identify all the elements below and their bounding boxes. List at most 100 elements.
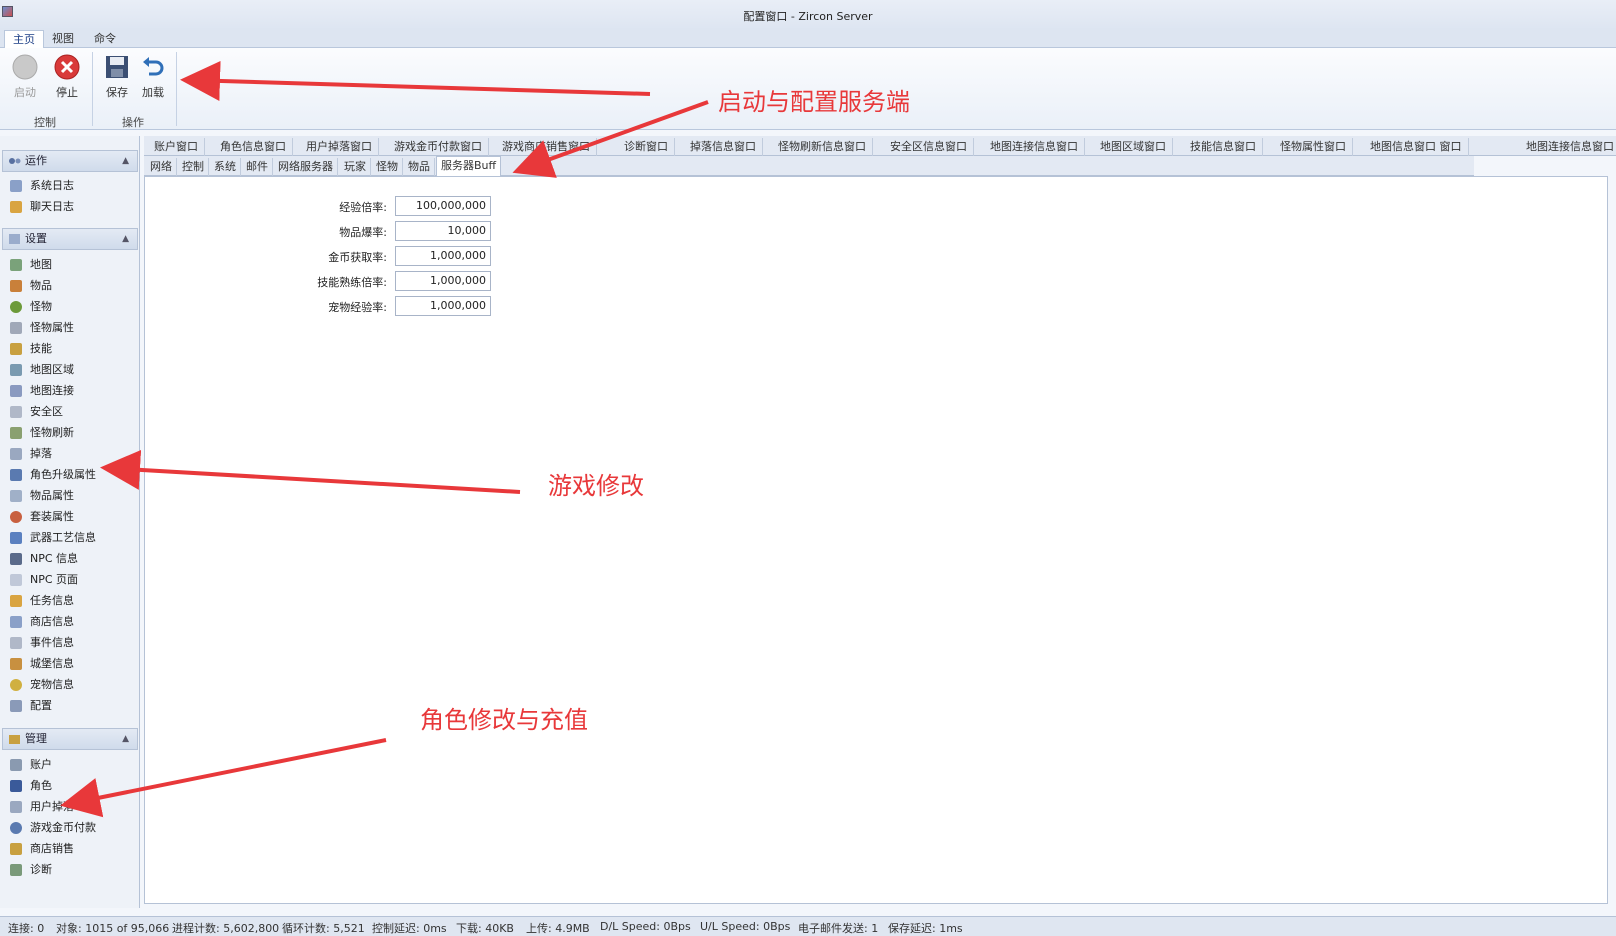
skill-icon xyxy=(10,343,22,355)
skill-rate-label: 技能熟练倍率: xyxy=(317,276,387,289)
sidebar-item-castle-info[interactable]: 城堡信息 xyxy=(10,654,74,674)
tab-monster-attributes-window[interactable]: 怪物属性窗口 xyxy=(1274,138,1353,156)
sidebar-item-monster-attributes[interactable]: 怪物属性 xyxy=(10,318,74,338)
gold-rate-input[interactable]: 1,000,000 xyxy=(395,246,491,266)
sidebar-item-items[interactable]: 物品 xyxy=(10,276,52,296)
sidebar-item-system-log[interactable]: 系统日志 xyxy=(10,176,74,196)
status-control-latency: 控制延迟: 0ms xyxy=(372,922,447,935)
sidebar-item-safe-zone[interactable]: 安全区 xyxy=(10,402,63,422)
collapse-icon[interactable]: ▲ xyxy=(122,229,129,249)
tab-mail[interactable]: 邮件 xyxy=(242,158,273,176)
collapse-icon[interactable]: ▲ xyxy=(122,729,129,749)
tab-command[interactable]: 命令 xyxy=(86,30,124,48)
start-button[interactable]: 启动 xyxy=(8,52,42,108)
tab-account-window[interactable]: 账户窗口 xyxy=(148,138,205,156)
sidebar-item-accounts[interactable]: 账户 xyxy=(10,755,52,775)
sidebar-item-monster-respawn[interactable]: 怪物刷新 xyxy=(10,423,74,443)
gold-rate-row: 金币获取率: 1,000,000 xyxy=(145,246,545,266)
tab-system[interactable]: 系统 xyxy=(210,158,241,176)
status-bar: 连接: 0 对象: 1015 of 95,066 进程计数: 5,602,800… xyxy=(0,916,1616,936)
tab-server-buff[interactable]: 服务器Buff xyxy=(436,156,502,176)
group-separator xyxy=(92,52,93,126)
tab-control[interactable]: 控制 xyxy=(178,158,209,176)
respawn-icon xyxy=(10,427,22,439)
tab-home[interactable]: 主页 xyxy=(4,30,44,48)
tab-monster[interactable]: 怪物 xyxy=(372,158,403,176)
sidebar-item-user-drops[interactable]: 用户掉落 xyxy=(10,797,74,817)
tab-map-region-window[interactable]: 地图区域窗口 xyxy=(1094,138,1173,156)
tab-user-drop-window[interactable]: 用户掉落窗口 xyxy=(300,138,379,156)
sidebar-item-npc-page[interactable]: NPC 页面 xyxy=(10,570,78,590)
tab-map-connection-info-window[interactable]: 地图连接信息窗口 xyxy=(984,138,1085,156)
save-button[interactable]: 保存 xyxy=(100,52,134,108)
collapse-icon[interactable]: ▲ xyxy=(122,151,129,171)
sidebar-item-chat-log[interactable]: 聊天日志 xyxy=(10,197,74,217)
sidebar-item-shop-sales[interactable]: 商店销售 xyxy=(10,839,74,859)
weapon-icon xyxy=(10,532,22,544)
pet-exp-rate-input[interactable]: 1,000,000 xyxy=(395,296,491,316)
skill-rate-input[interactable]: 1,000,000 xyxy=(395,271,491,291)
skill-rate-row: 技能熟练倍率: 1,000,000 xyxy=(145,271,545,291)
sidebar-item-config[interactable]: 配置 xyxy=(10,696,52,716)
sidebar-item-diagnostics[interactable]: 诊断 xyxy=(10,860,52,880)
title-bar: 配置窗口 - Zircon Server xyxy=(0,0,1616,30)
start-icon xyxy=(12,54,38,80)
sidebar-item-shop-info[interactable]: 商店信息 xyxy=(10,612,74,632)
tab-map-info-window[interactable]: 地图信息窗口 窗口 xyxy=(1364,138,1469,156)
tab-skill-info-window[interactable]: 技能信息窗口 xyxy=(1184,138,1263,156)
sidebar-item-set-attributes[interactable]: 套装属性 xyxy=(10,507,74,527)
castle-icon xyxy=(10,658,22,670)
app-window: 配置窗口 - Zircon Server 主页 视图 命令 启动 停止 保存 加… xyxy=(0,0,1616,936)
diagnostics-icon xyxy=(10,864,22,876)
sidebar-item-pet-info[interactable]: 宠物信息 xyxy=(10,675,74,695)
tab-safe-zone-info-window[interactable]: 安全区信息窗口 xyxy=(884,138,974,156)
management-icon xyxy=(9,735,20,744)
save-icon xyxy=(106,56,128,78)
tab-view[interactable]: 视图 xyxy=(44,30,82,48)
sidebar-item-characters[interactable]: 角色 xyxy=(10,776,52,796)
sidebar-item-quest-info[interactable]: 任务信息 xyxy=(10,591,74,611)
tab-network[interactable]: 网络 xyxy=(146,158,177,176)
chat-log-icon xyxy=(10,201,22,213)
quest-icon xyxy=(10,595,22,607)
exp-rate-input[interactable]: 100,000,000 xyxy=(395,196,491,216)
sidebar-item-level-attributes[interactable]: 角色升级属性 xyxy=(10,465,96,485)
tab-character-info-window[interactable]: 角色信息窗口 xyxy=(214,138,293,156)
sidebar-group-operation[interactable]: 运作 ▲ xyxy=(2,150,138,172)
tab-player[interactable]: 玩家 xyxy=(340,158,371,176)
sidebar-item-weapon-craft[interactable]: 武器工艺信息 xyxy=(10,528,96,548)
tab-shop-sales-window[interactable]: 游戏商店销售窗口 xyxy=(496,138,597,156)
status-download: 下载: 40KB xyxy=(456,922,514,935)
tab-gold-payment-window[interactable]: 游戏金币付款窗口 xyxy=(388,138,489,156)
tab-item[interactable]: 物品 xyxy=(404,158,435,176)
sidebar-item-map-region[interactable]: 地图区域 xyxy=(10,360,74,380)
sidebar-item-skills[interactable]: 技能 xyxy=(10,339,52,359)
sidebar-group-settings[interactable]: 设置 ▲ xyxy=(2,228,138,250)
sidebar-item-map[interactable]: 地图 xyxy=(10,255,52,275)
server-buff-panel: 经验倍率: 100,000,000 物品爆率: 10,000 金币获取率: 1,… xyxy=(144,176,1608,904)
sidebar-item-drops[interactable]: 掉落 xyxy=(10,444,52,464)
reload-button[interactable]: 加载 xyxy=(136,52,170,108)
map-region-icon xyxy=(10,364,22,376)
sidebar-group-management[interactable]: 管理 ▲ xyxy=(2,728,138,750)
sidebar-item-item-attributes[interactable]: 物品属性 xyxy=(10,486,74,506)
ribbon-tabs: 主页 视图 命令 xyxy=(0,28,1616,48)
drop-icon xyxy=(10,448,22,460)
tab-respawn-info-window[interactable]: 怪物刷新信息窗口 xyxy=(772,138,873,156)
sidebar-item-npc-info[interactable]: NPC 信息 xyxy=(10,549,78,569)
pet-exp-rate-label: 宠物经验率: xyxy=(328,301,387,314)
shop-icon xyxy=(10,616,22,628)
sidebar-item-monster[interactable]: 怪物 xyxy=(10,297,52,317)
tab-web-server[interactable]: 网络服务器 xyxy=(274,158,338,176)
tab-drop-info-window[interactable]: 掉落信息窗口 xyxy=(684,138,763,156)
sidebar-item-event-info[interactable]: 事件信息 xyxy=(10,633,74,653)
tab-map-connection-window-2[interactable]: 地图连接信息窗口 xyxy=(1520,138,1616,156)
group-label-control: 控制 xyxy=(34,116,56,129)
config-icon xyxy=(10,700,22,712)
status-email-sent: 电子邮件发送: 1 xyxy=(798,922,879,935)
sidebar-item-gold-payments[interactable]: 游戏金币付款 xyxy=(10,818,96,838)
tab-diagnostics-window[interactable]: 诊断窗口 xyxy=(618,138,675,156)
sidebar-item-map-connection[interactable]: 地图连接 xyxy=(10,381,74,401)
stop-button[interactable]: 停止 xyxy=(50,52,84,108)
drop-rate-input[interactable]: 10,000 xyxy=(395,221,491,241)
